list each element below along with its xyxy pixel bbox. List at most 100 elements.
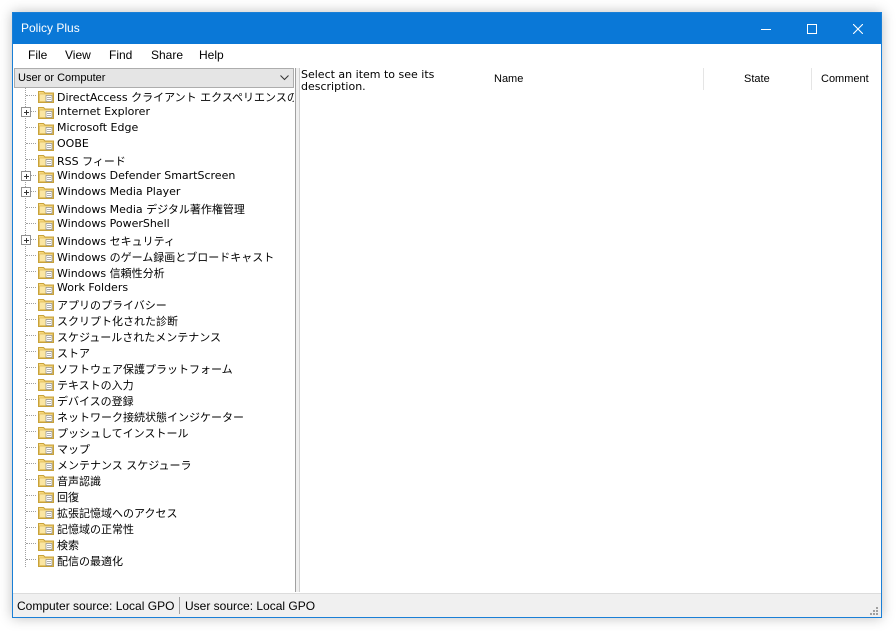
column-header-name[interactable]: Name <box>438 68 704 90</box>
tree-item[interactable]: メンテナンス スケジューラ <box>14 456 294 472</box>
tree-item[interactable]: スケジュールされたメンテナンス <box>14 328 294 344</box>
policy-source-value: User or Computer <box>18 72 106 84</box>
tree-item-label: 検索 <box>57 539 79 552</box>
menu-bar: File View Find Share Help <box>13 44 881 68</box>
tree-connector-line <box>26 495 36 496</box>
close-button[interactable] <box>835 13 881 44</box>
menu-file[interactable]: File <box>28 48 47 62</box>
status-separator <box>179 597 180 614</box>
tree-item[interactable]: DirectAccess クライアント エクスペリエンスの設定 <box>14 88 294 104</box>
column-header-comment[interactable]: Comment <box>812 68 880 90</box>
menu-view[interactable]: View <box>65 48 91 62</box>
policy-source-combo[interactable]: User or Computer <box>14 68 294 88</box>
tree-item[interactable]: 音声認識 <box>14 472 294 488</box>
folder-policy-icon <box>38 155 54 167</box>
maximize-button[interactable] <box>789 13 835 44</box>
close-icon <box>853 23 863 34</box>
tree-item[interactable]: Windows Defender SmartScreen <box>14 168 294 184</box>
tree-item[interactable]: Windows Media デジタル著作権管理 <box>14 200 294 216</box>
computer-source-status: Computer source: Local GPO <box>17 599 175 613</box>
tree-item[interactable]: 配信の最適化 <box>14 552 294 568</box>
folder-policy-icon <box>38 507 54 519</box>
tree-item-label: 拡張記憶域へのアクセス <box>57 507 178 520</box>
folder-policy-icon <box>38 523 54 535</box>
tree-item-label: RSS フィード <box>57 155 126 168</box>
tree-connector-line <box>26 143 36 144</box>
tree-item[interactable]: Work Folders <box>14 280 294 296</box>
tree-connector-line <box>26 559 36 560</box>
tree-connector-line <box>26 255 36 256</box>
menu-find[interactable]: Find <box>109 48 132 62</box>
tree-item-label: アプリのプライバシー <box>57 299 167 312</box>
tree-item-label: Microsoft Edge <box>57 121 139 134</box>
tree-item-label: ソフトウェア保護プラットフォーム <box>57 363 233 376</box>
tree-item[interactable]: 検索 <box>14 536 294 552</box>
tree-item[interactable]: 拡張記憶域へのアクセス <box>14 504 294 520</box>
folder-policy-icon <box>38 187 54 199</box>
tree-item-label: メンテナンス スケジューラ <box>57 459 192 472</box>
category-tree[interactable]: DirectAccess クライアント エクスペリエンスの設定 Internet … <box>14 88 294 592</box>
tree-connector-line <box>26 527 36 528</box>
tree-item-label: 音声認識 <box>57 475 101 488</box>
tree-connector-line <box>26 383 36 384</box>
folder-policy-icon <box>38 411 54 423</box>
menu-help[interactable]: Help <box>199 48 224 62</box>
tree-item[interactable]: デバイスの登録 <box>14 392 294 408</box>
category-pane: User or Computer DirectAccess クライアント エクス… <box>14 68 296 592</box>
tree-item[interactable]: Windows 信頼性分析 <box>14 264 294 280</box>
tree-connector-line <box>26 95 36 96</box>
tree-item-label: OOBE <box>57 137 89 150</box>
minimize-icon <box>761 28 771 30</box>
tree-item[interactable]: アプリのプライバシー <box>14 296 294 312</box>
folder-policy-icon <box>38 475 54 487</box>
tree-item[interactable]: マップ <box>14 440 294 456</box>
resize-grip-icon[interactable] <box>868 605 879 616</box>
tree-item-label: Windows のゲーム録画とブロードキャスト <box>57 251 275 264</box>
tree-connector-line <box>26 479 36 480</box>
plus-expander-icon[interactable] <box>21 171 31 181</box>
tree-item[interactable]: Windows のゲーム録画とブロードキャスト <box>14 248 294 264</box>
tree-connector-line <box>26 303 36 304</box>
tree-item-label: Windows Defender SmartScreen <box>57 169 236 182</box>
tree-connector-line <box>26 335 36 336</box>
tree-item-label: 配信の最適化 <box>57 555 123 568</box>
tree-item[interactable]: Windows セキュリティ <box>14 232 294 248</box>
tree-item[interactable]: ソフトウェア保護プラットフォーム <box>14 360 294 376</box>
folder-policy-icon <box>38 331 54 343</box>
tree-item[interactable]: 回復 <box>14 488 294 504</box>
user-source-status: User source: Local GPO <box>185 599 316 613</box>
tree-item[interactable]: ストア <box>14 344 294 360</box>
menu-share[interactable]: Share <box>151 48 183 62</box>
tree-item[interactable]: OOBE <box>14 136 294 152</box>
folder-policy-icon <box>38 427 54 439</box>
tree-connector-line <box>26 351 36 352</box>
title-bar[interactable]: Policy Plus <box>13 13 881 44</box>
tree-item[interactable]: Windows Media Player <box>14 184 294 200</box>
policy-description: Select an item to see its description. <box>301 68 435 93</box>
plus-expander-icon[interactable] <box>21 187 31 197</box>
tree-item[interactable]: 記憶域の正常性 <box>14 520 294 536</box>
tree-item[interactable]: RSS フィード <box>14 152 294 168</box>
tree-item[interactable]: スクリプト化された診断 <box>14 312 294 328</box>
tree-item[interactable]: Microsoft Edge <box>14 120 294 136</box>
tree-item[interactable]: プッシュしてインストール <box>14 424 294 440</box>
policy-pane: Select an item to see its description. N… <box>300 68 880 592</box>
tree-item[interactable]: テキストの入力 <box>14 376 294 392</box>
policy-plus-window: Policy Plus File View Find Share Help Us… <box>12 12 882 618</box>
plus-expander-icon[interactable] <box>21 235 31 245</box>
tree-connector-line <box>26 511 36 512</box>
folder-policy-icon <box>38 459 54 471</box>
status-bar: Computer source: Local GPO User source: … <box>13 593 881 617</box>
minimize-button[interactable] <box>743 13 789 44</box>
tree-item-label: Windows PowerShell <box>57 217 170 230</box>
tree-item[interactable]: Internet Explorer <box>14 104 294 120</box>
folder-policy-icon <box>38 299 54 311</box>
tree-connector-line <box>26 431 36 432</box>
tree-connector-line <box>26 127 36 128</box>
tree-item[interactable]: ネットワーク接続状態インジケーター <box>14 408 294 424</box>
column-header-state[interactable]: State <box>704 68 812 90</box>
plus-expander-icon[interactable] <box>21 107 31 117</box>
folder-policy-icon <box>38 251 54 263</box>
tree-connector-line <box>26 399 36 400</box>
tree-item[interactable]: Windows PowerShell <box>14 216 294 232</box>
